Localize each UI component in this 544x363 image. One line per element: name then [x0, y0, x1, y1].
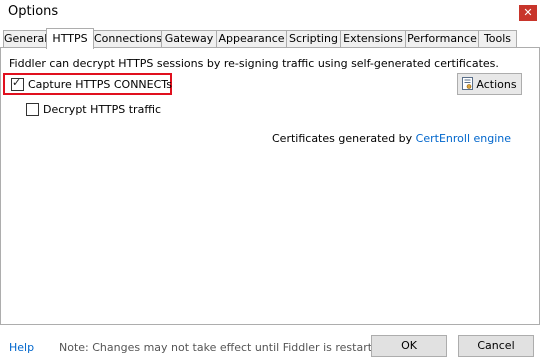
restart-note: Note: Changes may not take effect until … — [59, 341, 390, 354]
window-title: Options — [8, 4, 59, 19]
tab-appearance[interactable]: Appearance — [216, 30, 287, 47]
ok-button[interactable]: OK — [371, 335, 447, 357]
decrypt-https-row[interactable]: Decrypt HTTPS traffic — [26, 103, 161, 116]
tab-strip: General HTTPS Connections Gateway Appear… — [0, 28, 544, 49]
titlebar: Options ✕ — [0, 0, 544, 26]
decrypt-https-checkbox[interactable] — [26, 103, 39, 116]
actions-button[interactable]: Actions — [457, 73, 522, 95]
tab-extensions[interactable]: Extensions — [340, 30, 406, 47]
actions-label: Actions — [476, 77, 517, 91]
close-icon: ✕ — [523, 6, 533, 19]
capture-https-row[interactable]: ✓ Capture HTTPS CONNECTs — [11, 76, 172, 91]
tab-gateway[interactable]: Gateway — [161, 30, 217, 47]
tab-https[interactable]: HTTPS — [46, 28, 94, 49]
help-link[interactable]: Help — [9, 341, 34, 354]
cert-generator-prefix: Certificates generated by — [272, 132, 413, 145]
certificate-icon — [462, 77, 474, 90]
options-window: Options ✕ General HTTPS Connections Gate… — [0, 0, 544, 363]
close-button[interactable]: ✕ — [519, 5, 537, 21]
tab-connections[interactable]: Connections — [93, 30, 162, 47]
tab-performance[interactable]: Performance — [405, 30, 479, 47]
cert-generator-line: Certificates generated by CertEnroll eng… — [272, 132, 511, 145]
footer: Help Note: Changes may not take effect u… — [0, 323, 544, 363]
tab-general[interactable]: General — [3, 30, 47, 47]
decrypt-https-label: Decrypt HTTPS traffic — [43, 103, 161, 116]
certenroll-engine-link[interactable]: CertEnroll engine — [416, 132, 511, 145]
checkmark-icon: ✓ — [12, 76, 22, 89]
capture-https-checkbox[interactable]: ✓ — [11, 76, 24, 91]
tab-scripting[interactable]: Scripting — [286, 30, 341, 47]
cancel-button[interactable]: Cancel — [458, 335, 534, 357]
tab-tools[interactable]: Tools — [478, 30, 517, 47]
https-description: Fiddler can decrypt HTTPS sessions by re… — [9, 57, 499, 70]
capture-https-label: Capture HTTPS CONNECTs — [28, 78, 172, 91]
